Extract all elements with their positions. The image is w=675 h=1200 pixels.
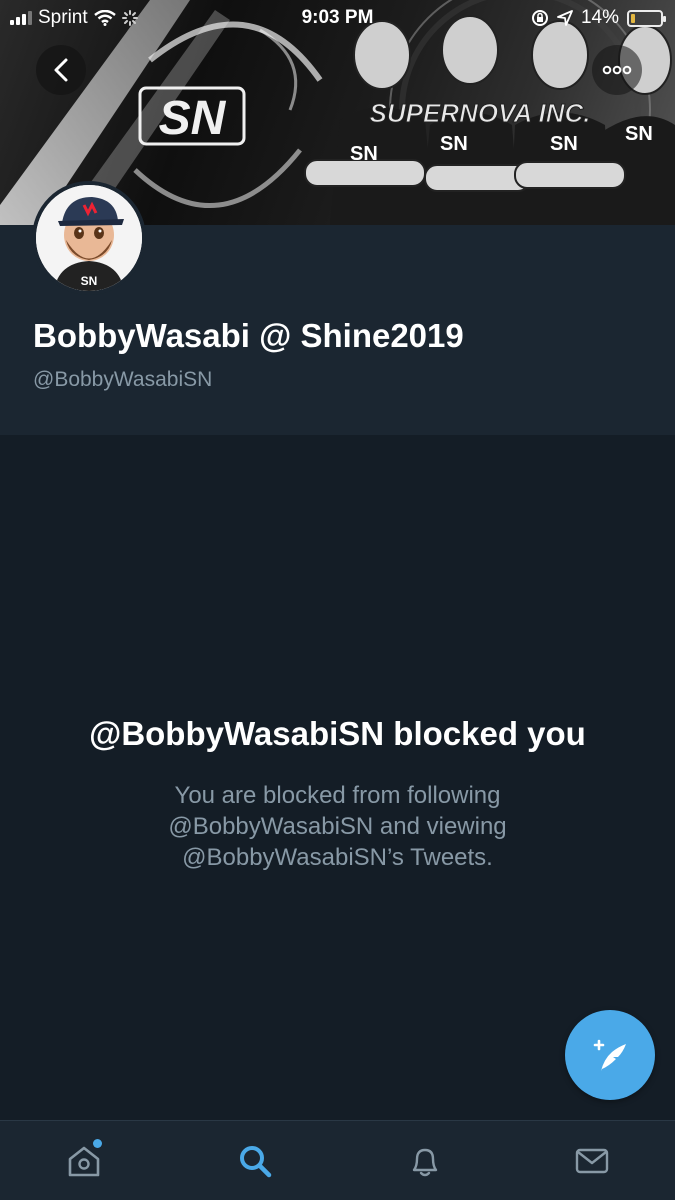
search-icon	[240, 1146, 272, 1178]
svg-text:SN: SN	[81, 274, 98, 288]
tab-notifications[interactable]	[403, 1139, 447, 1183]
blocked-line-3: @BobbyWasabiSN’s Tweets.	[182, 844, 493, 871]
blocked-line-1: You are blocked from following	[174, 782, 501, 809]
compose-feather-icon	[593, 1039, 626, 1071]
tab-messages[interactable]	[570, 1139, 614, 1183]
svg-text:SN: SN	[350, 143, 378, 165]
blocked-line-2: @BobbyWasabiSN and viewing	[168, 813, 507, 840]
svg-text:SN: SN	[550, 133, 578, 155]
home-notification-dot	[93, 1139, 102, 1148]
bottom-tab-bar	[0, 1120, 675, 1200]
tab-search[interactable]	[233, 1139, 277, 1183]
display-name: BobbyWasabi @ Shine2019	[33, 317, 464, 354]
bell-icon	[412, 1148, 438, 1177]
tab-home[interactable]	[62, 1139, 106, 1183]
status-right: 14%	[531, 7, 666, 29]
battery-percent: 14%	[580, 7, 619, 28]
svg-text:SUPERNOVA INC.: SUPERNOVA INC.	[369, 98, 590, 128]
svg-text:SN: SN	[159, 92, 227, 145]
avatar[interactable]: SN	[32, 181, 146, 295]
status-bar: Sprint 9:03 PM 14%	[0, 0, 675, 36]
more-options-button[interactable]	[592, 45, 642, 95]
more-dots-icon	[602, 65, 632, 75]
svg-text:SN: SN	[440, 133, 468, 155]
location-icon	[557, 10, 573, 26]
chevron-left-icon	[54, 58, 68, 82]
blocked-title: @BobbyWasabiSN blocked you	[89, 715, 586, 752]
mail-icon	[575, 1148, 609, 1174]
svg-text:SN: SN	[625, 123, 653, 145]
back-button[interactable]	[36, 45, 86, 95]
compose-tweet-button[interactable]	[565, 1010, 655, 1100]
avatar-image: SN	[36, 185, 142, 291]
profile-handle: @BobbyWasabiSN	[33, 368, 213, 391]
rotation-lock-icon	[531, 10, 548, 26]
battery-icon	[627, 9, 666, 27]
blocked-description: You are blocked from following @BobbyWas…	[100, 780, 575, 873]
